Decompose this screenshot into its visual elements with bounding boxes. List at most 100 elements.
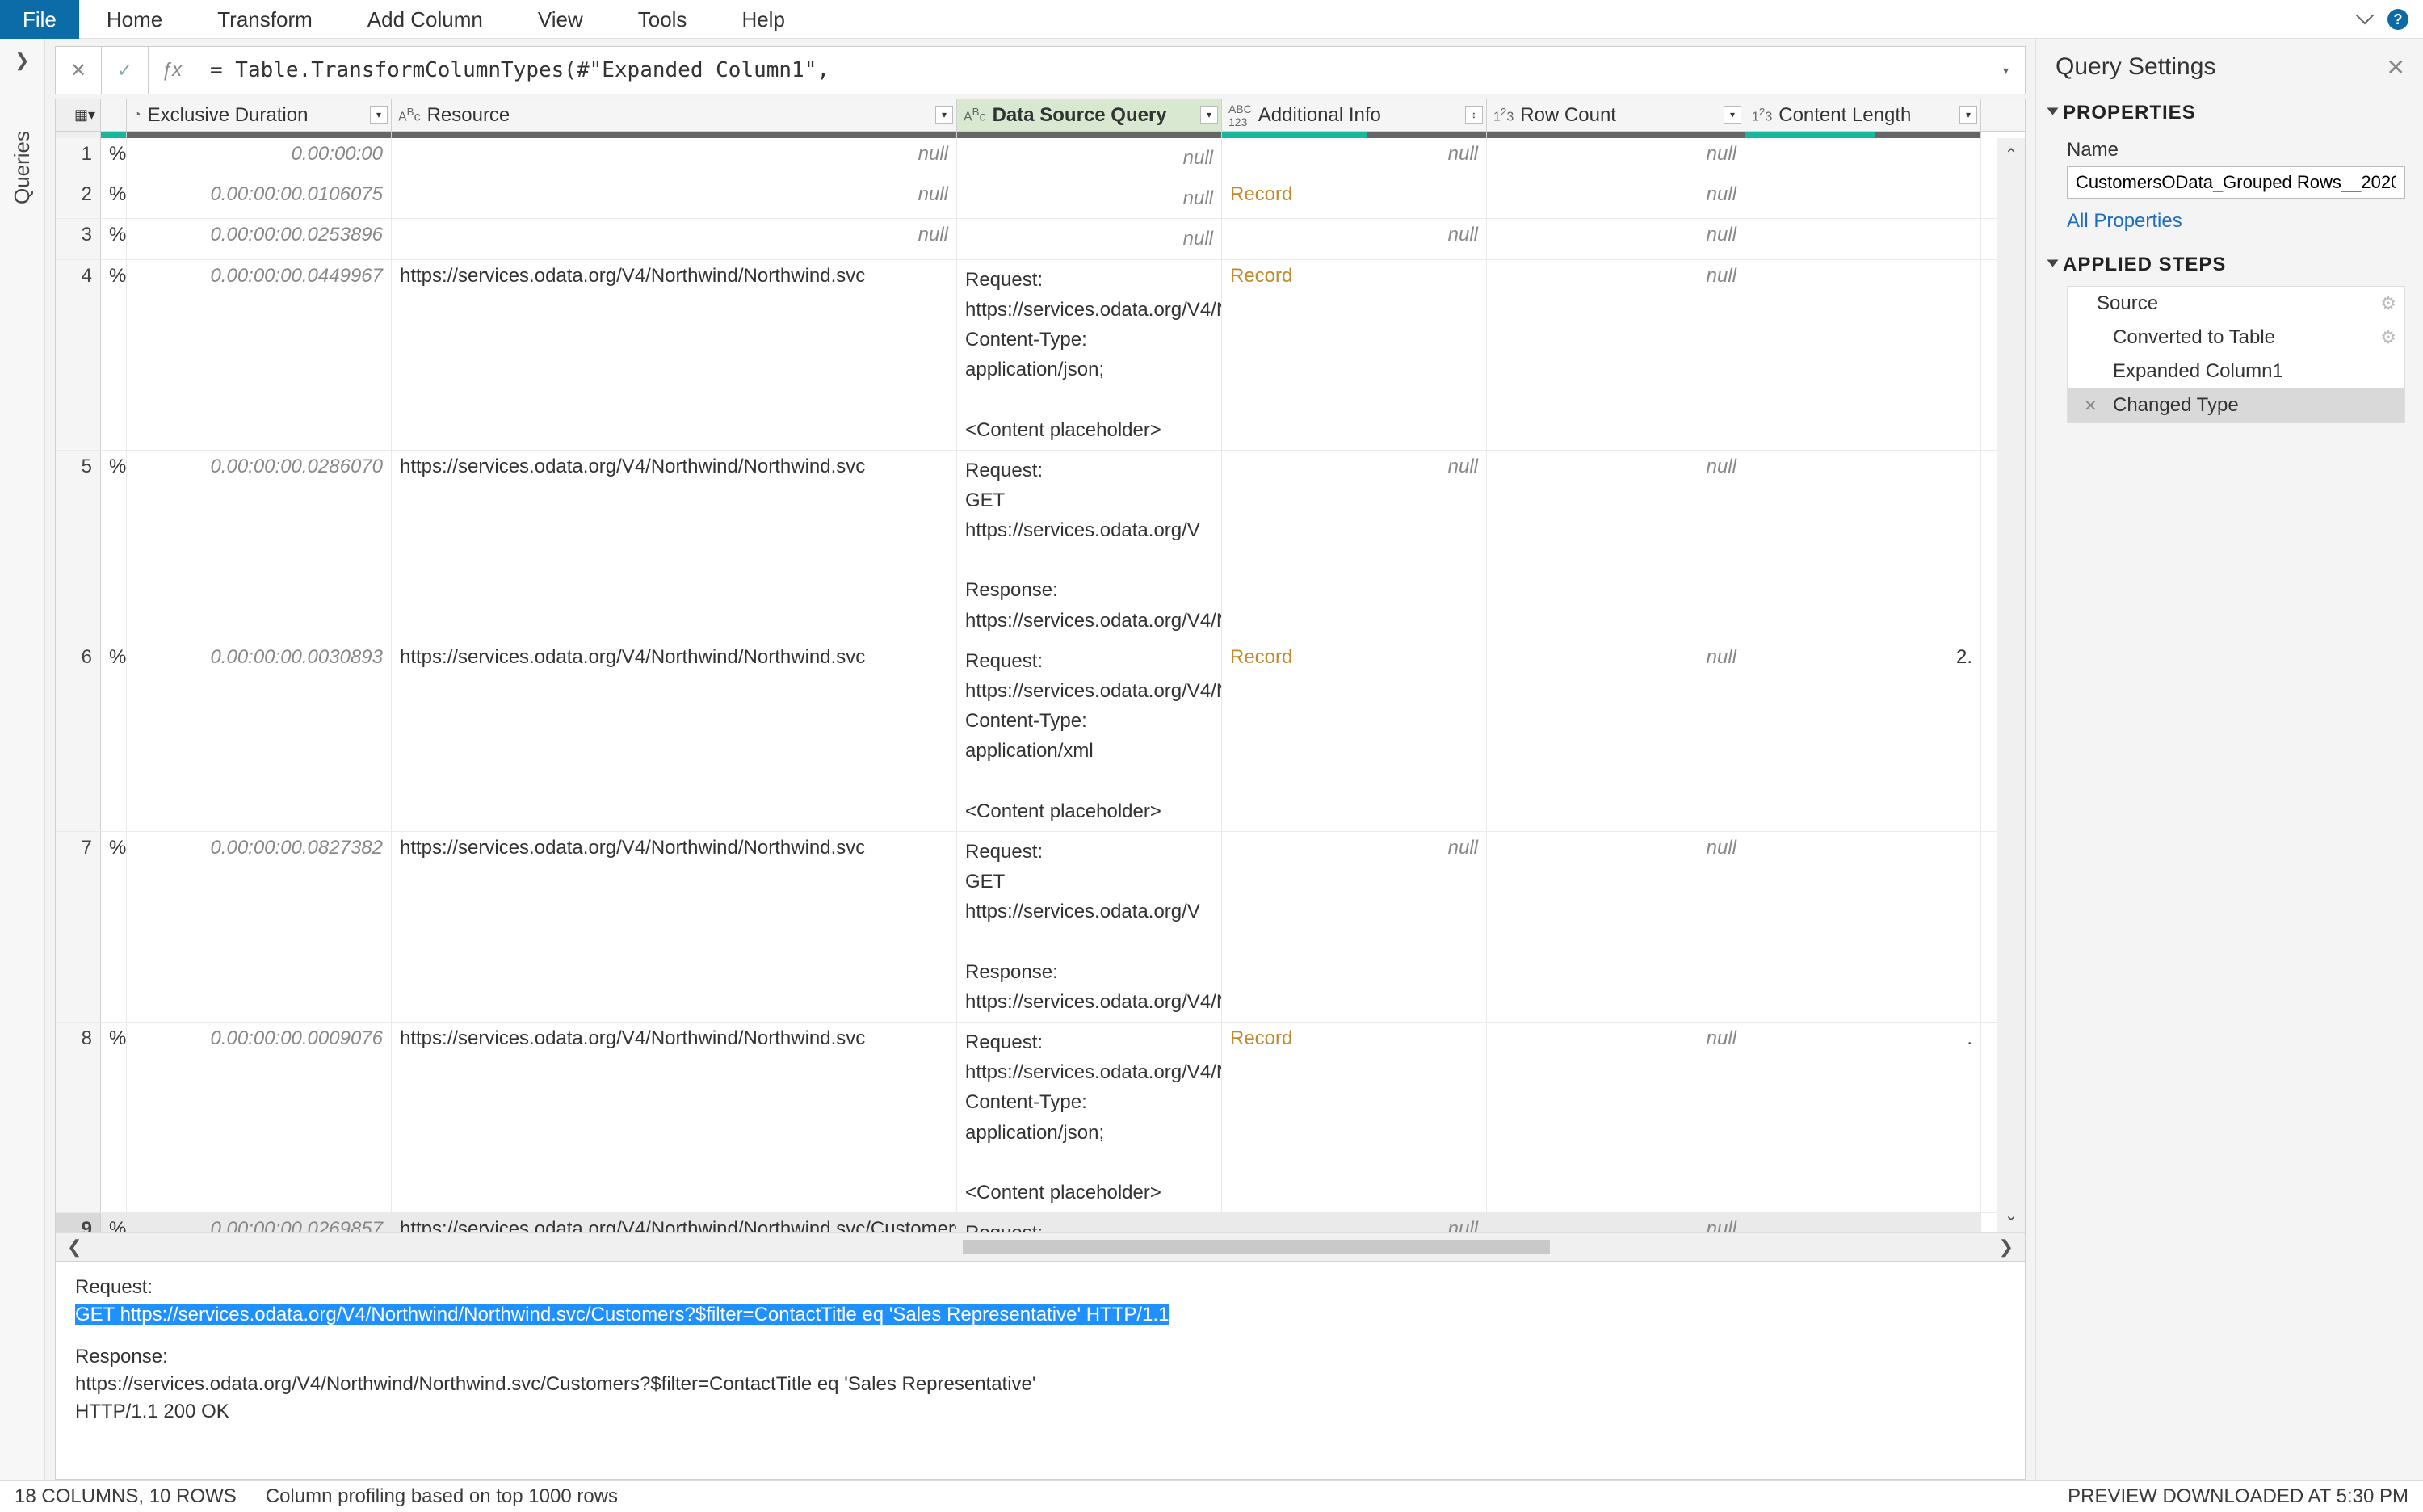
filter-dropdown-icon[interactable]: ▾ bbox=[1200, 106, 1218, 124]
cell[interactable]: 2. bbox=[1745, 641, 1981, 831]
row-number[interactable]: 9 bbox=[56, 1213, 101, 1232]
formula-input[interactable]: = Table.TransformColumnTypes(#"Expanded … bbox=[195, 46, 2026, 94]
cell[interactable]: null bbox=[1487, 219, 1745, 258]
cell[interactable]: 0.00:00:00.0449967 bbox=[127, 260, 392, 450]
formula-commit-button[interactable]: ✓ bbox=[102, 46, 149, 94]
cell[interactable]: % bbox=[101, 219, 127, 258]
vertical-scrollbar[interactable]: ⌃ ⌄ bbox=[1997, 138, 2025, 1232]
fx-icon[interactable]: ƒx bbox=[149, 46, 195, 94]
row-number[interactable]: 7 bbox=[56, 832, 101, 1022]
table-row[interactable]: 1%0.00:00:00nullnullnullnull bbox=[56, 138, 1997, 178]
ribbon-tab-file[interactable]: File bbox=[0, 0, 79, 39]
cell[interactable]: null bbox=[957, 138, 1222, 178]
row-number[interactable]: 5 bbox=[56, 451, 101, 640]
cell[interactable]: null bbox=[392, 138, 957, 178]
cell[interactable]: % bbox=[101, 138, 127, 178]
cell[interactable]: 0.00:00:00 bbox=[127, 138, 392, 178]
col-header-datasourcequery[interactable]: ABc Data Source Query ▾ bbox=[957, 99, 1222, 131]
cell[interactable]: Record bbox=[1222, 641, 1487, 831]
cell[interactable]: https://services.odata.org/V4/Northwind/… bbox=[392, 832, 957, 1022]
close-icon[interactable]: ✕ bbox=[2387, 54, 2405, 81]
row-number[interactable]: 2 bbox=[56, 178, 101, 218]
table-row[interactable]: 2%0.00:00:00.0106075nullnullRecordnull bbox=[56, 178, 1997, 219]
table-corner[interactable]: ▦▾ bbox=[56, 99, 101, 131]
col-header-rowcount[interactable]: 123 Row Count ▾ bbox=[1487, 99, 1745, 131]
cell[interactable] bbox=[1745, 219, 1981, 258]
cell[interactable]: null bbox=[1222, 219, 1487, 258]
cell[interactable]: Record bbox=[1222, 178, 1487, 218]
gear-icon[interactable]: ⚙ bbox=[2380, 327, 2396, 348]
cell[interactable]: null bbox=[1487, 1213, 1745, 1232]
cell[interactable]: % bbox=[101, 178, 127, 218]
cell[interactable] bbox=[1745, 1213, 1981, 1232]
help-icon[interactable]: ? bbox=[2387, 9, 2408, 30]
cell[interactable]: Request: GET https://services.odata.org/… bbox=[957, 1213, 1222, 1232]
cell[interactable]: % bbox=[101, 1213, 127, 1232]
scroll-track[interactable] bbox=[198, 1240, 1976, 1254]
cell[interactable]: Record bbox=[1222, 1023, 1487, 1212]
cell[interactable]: 0.00:00:00.0030893 bbox=[127, 641, 392, 831]
col-header-duration[interactable]: ◔ Exclusive Duration ▾ bbox=[127, 99, 392, 131]
gear-icon[interactable]: ⚙ bbox=[2380, 293, 2396, 314]
applied-steps-header[interactable]: APPLIED STEPS bbox=[2043, 247, 2412, 283]
cell[interactable]: % bbox=[101, 832, 127, 1022]
table-row[interactable]: 5%0.00:00:00.0286070https://services.oda… bbox=[56, 451, 1997, 641]
cell[interactable]: null bbox=[957, 219, 1222, 258]
query-name-input[interactable] bbox=[2067, 166, 2405, 199]
cell[interactable]: null bbox=[392, 178, 957, 218]
cell[interactable]: null bbox=[1487, 178, 1745, 218]
cell[interactable]: 0.00:00:00.0286070 bbox=[127, 451, 392, 640]
cell[interactable]: 0.00:00:00.0269857 bbox=[127, 1213, 392, 1232]
table-row[interactable]: 7%0.00:00:00.0827382https://services.oda… bbox=[56, 832, 1997, 1023]
cell[interactable]: % bbox=[101, 1023, 127, 1212]
cell[interactable]: 0.00:00:00.0253896 bbox=[127, 219, 392, 258]
col-header-contentlength[interactable]: 123 Content Length ▾ bbox=[1745, 99, 1981, 131]
cell[interactable]: null bbox=[1487, 451, 1745, 640]
cell[interactable]: null bbox=[1222, 832, 1487, 1022]
all-properties-link[interactable]: All Properties bbox=[2043, 205, 2412, 247]
filter-dropdown-icon[interactable]: ▾ bbox=[370, 106, 388, 124]
step-source[interactable]: Source ⚙ bbox=[2068, 287, 2404, 321]
table-row[interactable]: 9%0.00:00:00.0269857https://services.oda… bbox=[56, 1213, 1997, 1232]
status-profiling[interactable]: Column profiling based on top 1000 rows bbox=[266, 1485, 618, 1508]
cell[interactable]: https://services.odata.org/V4/Northwind/… bbox=[392, 641, 957, 831]
cell[interactable]: Request: https://services.odata.org/V4/N… bbox=[957, 1023, 1222, 1212]
formula-cancel-button[interactable]: ✕ bbox=[55, 46, 102, 94]
cell[interactable] bbox=[1745, 138, 1981, 178]
cell[interactable]: null bbox=[1222, 138, 1487, 178]
ribbon-tab-addcolumn[interactable]: Add Column bbox=[340, 0, 510, 39]
formula-dropdown-icon[interactable]: ▾ bbox=[2001, 62, 2010, 79]
queries-label[interactable]: Queries bbox=[10, 131, 35, 204]
cell[interactable]: . bbox=[1745, 1023, 1981, 1212]
cell[interactable]: Request: https://services.odata.org/V4/N… bbox=[957, 260, 1222, 450]
horizontal-scrollbar[interactable]: ❮ ❯ bbox=[56, 1232, 2025, 1261]
cell[interactable] bbox=[1745, 260, 1981, 450]
ribbon-tab-tools[interactable]: Tools bbox=[611, 0, 715, 39]
col-header-pct[interactable] bbox=[101, 99, 127, 131]
cell[interactable]: https://services.odata.org/V4/Northwind/… bbox=[392, 451, 957, 640]
col-header-additionalinfo[interactable]: ABC123 Additional Info ↕ bbox=[1222, 99, 1487, 131]
row-number[interactable]: 3 bbox=[56, 219, 101, 258]
ribbon-collapse-icon[interactable] bbox=[2358, 10, 2376, 28]
filter-dropdown-icon[interactable]: ↕ bbox=[1465, 106, 1483, 124]
row-number[interactable]: 1 bbox=[56, 138, 101, 178]
filter-dropdown-icon[interactable]: ▾ bbox=[1724, 106, 1741, 124]
ribbon-tab-view[interactable]: View bbox=[510, 0, 611, 39]
cell[interactable]: Record bbox=[1222, 260, 1487, 450]
cell[interactable]: 0.00:00:00.0106075 bbox=[127, 178, 392, 218]
cell[interactable]: https://services.odata.org/V4/Northwind/… bbox=[392, 1213, 957, 1232]
detail-request-line[interactable]: GET https://services.odata.org/V4/Northw… bbox=[75, 1304, 1169, 1325]
ribbon-tab-transform[interactable]: Transform bbox=[190, 0, 340, 39]
cell[interactable] bbox=[1745, 832, 1981, 1022]
filter-dropdown-icon[interactable]: ▾ bbox=[1959, 106, 1977, 124]
step-converted-to-table[interactable]: Converted to Table ⚙ bbox=[2068, 321, 2404, 355]
ribbon-tab-home[interactable]: Home bbox=[79, 0, 190, 39]
cell[interactable]: % bbox=[101, 451, 127, 640]
step-expanded-column1[interactable]: Expanded Column1 bbox=[2068, 355, 2404, 388]
cell[interactable]: Request: GET https://services.odata.org/… bbox=[957, 451, 1222, 640]
row-number[interactable]: 8 bbox=[56, 1023, 101, 1212]
cell[interactable]: % bbox=[101, 260, 127, 450]
table-row[interactable]: 6%0.00:00:00.0030893https://services.oda… bbox=[56, 641, 1997, 832]
queries-expand-button[interactable]: ❯ bbox=[15, 50, 29, 71]
cell[interactable] bbox=[1745, 178, 1981, 218]
